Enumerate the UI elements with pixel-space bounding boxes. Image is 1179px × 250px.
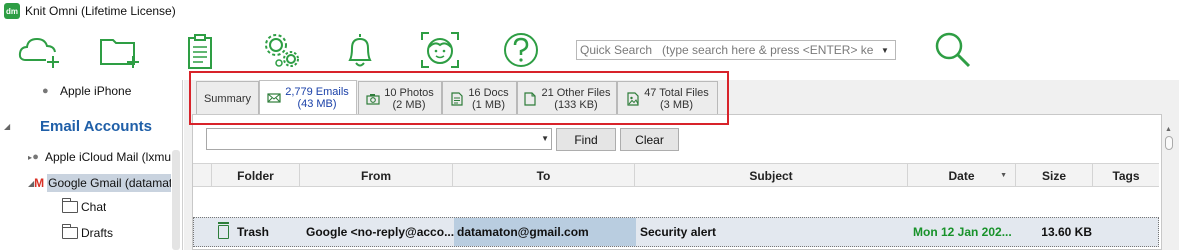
column-header-to[interactable]: To [453,164,635,187]
tree-item-label: Google Gmail (datamat [47,174,171,192]
clear-button[interactable]: Clear [620,128,679,151]
tree-item-label: Chat [81,200,107,214]
find-button[interactable]: Find [556,128,616,151]
tab-label: 21 Other Files [541,86,611,99]
folder-add-icon[interactable] [94,28,142,72]
filter-value [207,132,211,146]
cell-folder: Trash [218,218,304,246]
tab-docs[interactable]: 16 Docs (1 MB) [442,81,517,115]
gmail-icon: M [34,176,45,190]
clipboard-report-icon[interactable] [176,28,224,72]
app-window: { "window": { "title": "Knit Omni (Lifet… [0,0,1179,250]
tab-size: (2 MB) [392,98,426,111]
document-icon [451,91,463,106]
column-header-from[interactable]: From [300,164,453,187]
tab-label: Summary [203,92,252,105]
folder-icon [62,198,78,213]
column-header-date[interactable]: Date ▼ [908,164,1016,187]
cell-folder-text: Trash [237,225,270,239]
tree-item-label: Email Accounts [40,117,152,135]
camera-icon [366,93,380,105]
tab-strip: Summary 2,779 Emails (43 MB) 10 Photos (2 … [192,80,722,115]
quick-search-input[interactable] [577,41,873,59]
tab-size: (133 KB) [554,98,598,111]
tab-emails[interactable]: 2,779 Emails (43 MB) [259,80,357,115]
app-logo: dm [4,3,20,19]
apple-icon: ● [32,151,39,163]
column-header-folder[interactable]: Folder [212,164,300,187]
tab-label: 10 Photos [384,86,434,99]
table-row[interactable]: Trash Google <no-reply@acco... datamaton… [193,217,1159,247]
tab-label: 47 Total Files [644,86,709,99]
tab-other-files[interactable]: 21 Other Files (133 KB) [517,81,617,115]
column-header-select[interactable] [193,164,212,187]
tree-item-icloud-mail[interactable]: ▸ ● Apple iCloud Mail (lxmu [28,147,171,167]
tab-summary[interactable]: Summary [196,81,259,115]
cloud-add-icon[interactable] [14,28,62,72]
tree-item-label: Drafts [81,226,114,240]
search-icon[interactable] [928,28,976,72]
chevron-down-icon[interactable]: ▼ [541,134,549,143]
notification-bell-icon[interactable] [336,28,384,72]
tree-scrollbar[interactable] [172,150,180,250]
window-title: Knit Omni (Lifetime License) [25,4,176,18]
cell-from: Google <no-reply@acco... [306,225,455,239]
tree-item-gmail[interactable]: ◢ M Google Gmail (datamat [28,173,171,193]
tree-item-email-accounts[interactable]: ◢ Email Accounts [4,116,152,136]
tab-size: (1 MB) [471,98,505,111]
quick-search-box[interactable]: ▼ [576,40,896,60]
filter-combo[interactable]: ▼ [206,128,552,150]
help-icon[interactable] [497,28,545,72]
collapse-arrow-icon[interactable]: ◢ [4,122,14,131]
column-header-label: Date [948,168,975,183]
scroll-up-icon[interactable]: ▲ [1165,126,1172,133]
apple-icon: ● [42,85,49,97]
cell-tags [1094,218,1158,246]
main-panel: Summary 2,779 Emails (43 MB) 10 Photos (2 … [184,80,1179,250]
scroll-thumb[interactable] [1165,136,1173,150]
title-bar: dm Knit Omni (Lifetime License) [0,0,1179,22]
cell-subject: Security alert [640,225,717,239]
tab-total-files[interactable]: 47 Total Files (3 MB) [617,81,718,115]
cell-date: Mon 12 Jan 202... [913,225,1012,239]
tab-size: (43 MB) [297,98,337,110]
column-header-tags[interactable]: Tags [1093,164,1159,187]
cell-size: 13.60 KB [1041,225,1092,239]
tab-size: (3 MB) [659,98,693,111]
face-scan-icon[interactable] [416,28,464,72]
chevron-down-icon[interactable]: ▼ [875,41,895,59]
file-icon [524,91,537,106]
vertical-scrollbar[interactable]: ▲ [1162,124,1176,250]
sort-arrow-icon[interactable]: ▼ [1000,172,1007,179]
column-header-subject[interactable]: Subject [635,164,908,187]
device-tree: ● Apple iPhone ◢ Email Accounts ▸ ● Appl… [0,80,183,250]
tree-item-apple-iphone[interactable]: ● Apple iPhone [42,81,131,101]
tree-item-drafts[interactable]: Drafts [62,223,113,243]
tree-item-chat[interactable]: Chat [62,197,106,217]
tab-label: 2,779 Emails [285,86,349,98]
settings-gears-icon[interactable] [258,28,306,72]
tab-label: 16 Docs [468,86,509,99]
email-list-panel: ▼ Find Clear Folder From To Subject Date… [192,114,1162,250]
trash-icon [218,222,229,239]
column-header-size[interactable]: Size [1016,164,1093,187]
cell-to: datamaton@gmail.com [454,218,636,246]
toolbar: ▼ [0,22,1179,78]
image-file-icon [627,91,639,106]
tab-photos[interactable]: 10 Photos (2 MB) [358,81,442,115]
folder-icon [62,224,78,239]
tree-item-label: Apple iPhone [60,84,132,98]
tree-item-label: Apple iCloud Mail (lxmu [44,150,171,164]
envelope-icon [267,93,281,103]
grid-header: Folder From To Subject Date ▼ Size Tags [193,163,1159,187]
